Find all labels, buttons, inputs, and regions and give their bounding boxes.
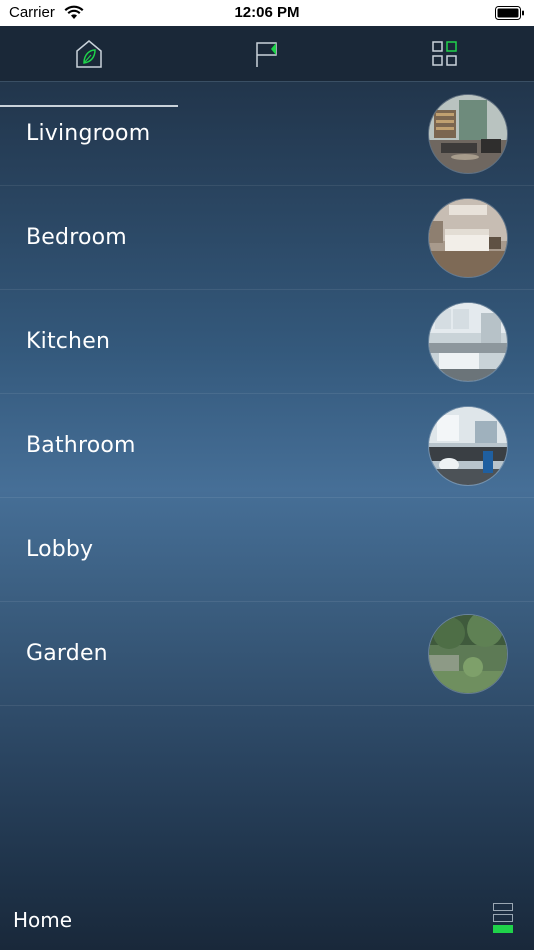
- tab-flag[interactable]: [178, 26, 356, 81]
- grid-icon: [432, 40, 457, 66]
- room-label: Garden: [26, 641, 108, 666]
- tab-grid[interactable]: [356, 26, 534, 81]
- room-thumbnail-livingroom: [428, 94, 508, 174]
- room-row-livingroom[interactable]: Livingroom: [0, 82, 534, 186]
- level-bar-top: [493, 903, 513, 911]
- room-label: Livingroom: [26, 121, 151, 146]
- flag-icon: [256, 41, 277, 67]
- status-time: 12:06 PM: [234, 4, 300, 21]
- room-thumbnail-bathroom: [428, 406, 508, 486]
- room-label: Bathroom: [26, 433, 136, 458]
- room-label: Lobby: [26, 537, 94, 562]
- home-leaf-icon: [76, 39, 102, 68]
- room-thumbnail-bedroom: [428, 198, 508, 278]
- room-thumbnail-kitchen: [428, 302, 508, 382]
- status-bar: Carrier 12:06 PM: [0, 0, 534, 26]
- footer-home-label: Home: [13, 908, 73, 932]
- room-row-bedroom[interactable]: Bedroom: [0, 186, 534, 290]
- room-list: Livingroom Bedroom Kitchen Bathroom Lobb…: [0, 82, 534, 706]
- level-bar-bottom: [493, 925, 513, 933]
- room-thumbnail-garden: [428, 614, 508, 694]
- room-row-lobby[interactable]: Lobby: [0, 498, 534, 602]
- room-row-garden[interactable]: Garden: [0, 602, 534, 706]
- tab-home[interactable]: [0, 26, 178, 81]
- battery-icon: [495, 6, 524, 20]
- level-bar-middle: [493, 914, 513, 922]
- room-label: Bedroom: [26, 225, 127, 250]
- room-row-kitchen[interactable]: Kitchen: [0, 290, 534, 394]
- level-indicator-icon[interactable]: [493, 903, 515, 939]
- tab-bar: [0, 26, 534, 107]
- room-label: Kitchen: [26, 329, 111, 354]
- room-row-bathroom[interactable]: Bathroom: [0, 394, 534, 498]
